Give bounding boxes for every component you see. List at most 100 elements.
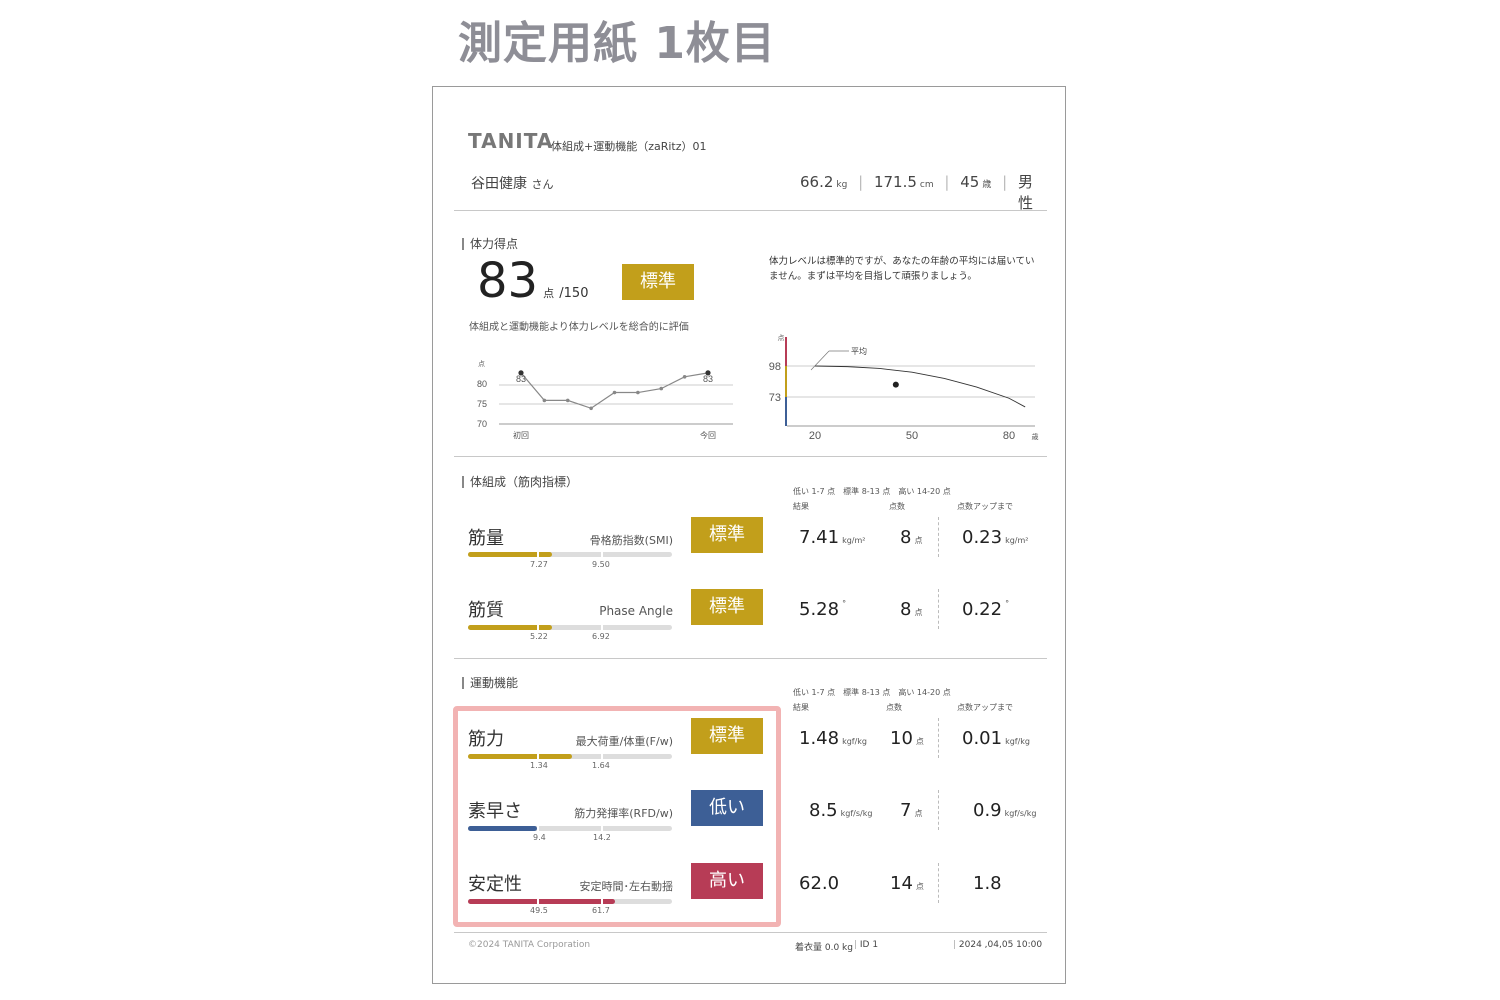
result-unit: kg/m² [842,536,866,545]
metric-sub-speed: 筋力発揮率(RFD/w) [574,807,673,820]
up-strength: 0.01 kgf/kg [962,728,1030,749]
divider [938,790,939,830]
score-history-chart: 点 80 75 70 83 83 初回 今回 [477,360,733,440]
up-speed: 0.9 kgf/s/kg [973,800,1036,821]
datetime-text: 2024 ,04,05 10:00 [958,940,1043,950]
profile-stats: 66.2 kg | 171.5 cm | 45 歳 | 男性 [799,173,1033,212]
height-value: 171.5 [873,173,917,191]
record-id-text: ID 1 [859,940,879,950]
clothes-weight: 着衣量 0.0 kg [795,943,853,953]
up-stability: 1.8 [973,873,1005,894]
badge-stability: 高い [691,863,763,899]
divider [938,589,939,629]
history-y-unit: 点 [478,360,485,368]
gauge-marker [600,624,603,631]
motor-col-result: 結果 [793,703,809,712]
points-strength: 10 点 [890,728,924,749]
weight-unit: kg [836,180,848,190]
result-value: 1.48 [799,728,840,749]
gauge-tick-high: 61.7 [592,906,610,915]
age-x-tick-50: 50 [906,430,918,442]
gauge-tick-high: 1.64 [592,761,610,770]
points-unit: 点 [915,882,924,891]
badge-muscle-mass: 標準 [691,517,763,553]
result-unit: kgf/kg [842,737,868,746]
gauge-marker [600,825,603,832]
gauge-stability [468,898,672,905]
points-unit: 点 [914,809,923,818]
up-value: 0.01 [962,728,1003,749]
divider [454,932,1047,933]
metric-name-strength: 筋力 [468,729,504,750]
age-x-tick-80: 80 [1003,430,1015,442]
history-y-tick-70: 70 [477,419,487,429]
gauge-strength [468,753,672,760]
up-unit: ° [1005,599,1010,608]
up-muscle-mass: 0.23 kg/m² [962,527,1028,548]
score-value: 83 [477,253,539,309]
metric-sub-muscle-mass: 骨格筋指数(SMI) [589,534,673,547]
history-point [565,398,570,403]
height-unit: cm [919,180,934,190]
points-unit: 点 [914,608,923,617]
page-title: 測定用紙 1枚目 [458,18,776,69]
up-value: 0.9 [973,800,1002,821]
points-muscle-mass: 8点 [900,527,922,548]
result-unit: ° [842,599,847,608]
points-stability: 14 点 [890,873,924,894]
score-block: 83 点 /150 [477,253,588,309]
up-value: 0.23 [962,527,1003,548]
gauge-tick-high: 6.92 [592,632,610,641]
gauge-tick-high: 14.2 [593,833,611,842]
history-label-first: 83 [516,374,526,384]
up-muscle-quality: 0.22 ° [962,599,1009,620]
result-value: 7.41 [799,527,840,548]
score-unit: 点 [543,287,555,300]
gauge-marker [600,753,603,760]
gauge-muscle-quality [468,624,672,631]
record-id: | ID 1 [854,940,879,950]
score-description: 体組成と運動機能より体力レベルを総合的に評価 [469,322,689,333]
up-value: 1.8 [973,873,1002,894]
body-col-points: 点数 [889,502,905,511]
up-unit: kgf/kg [1005,737,1031,746]
section-title-score: 体力得点 [462,238,518,250]
result-value: 5.28 [799,599,840,620]
history-y-tick-75: 75 [477,399,487,409]
metric-name-speed: 素早さ [468,801,522,822]
age-y-tick-98: 98 [769,361,781,373]
score-comment: 体力レベルは標準的ですが、あなたの年齢の平均には届いていません。まずは平均を目指… [769,256,1035,282]
gauge-fill [468,754,573,759]
sex-value: 男性 [1017,173,1033,212]
gauge-tick-low: 5.22 [530,632,548,641]
gauge-fill [468,625,552,630]
points-unit: 点 [914,536,923,545]
divider [454,456,1047,457]
points-muscle-quality: 8点 [900,599,922,620]
body-col-result: 結果 [793,502,809,511]
user-point [892,381,899,388]
result-muscle-quality: 5.28 ° [799,599,846,620]
metric-sub-muscle-quality: Phase Angle [599,604,673,618]
points-value: 10 [890,728,913,749]
history-line [520,372,709,409]
gauge-fill [468,899,615,904]
history-x-first: 初回 [513,430,529,440]
score-badge: 標準 [622,264,694,300]
result-value: 8.5 [809,800,838,821]
divider [938,517,939,557]
history-point [612,390,617,395]
history-y-tick-80: 80 [477,379,487,389]
age-y-unit: 点 [778,334,785,342]
average-line [814,365,1026,408]
user-name: 谷田健康 [471,176,527,192]
badge-muscle-quality: 標準 [691,589,763,625]
up-unit: kgf/s/kg [1004,809,1037,818]
average-label: 平均 [851,346,867,356]
age-series [814,365,1026,408]
metric-name-stability: 安定性 [468,874,522,895]
metric-sub-strength: 最大荷重/体重(F/w) [575,735,673,748]
history-point [589,406,593,411]
result-strength: 1.48 kgf/kg [799,728,867,749]
points-speed: 7点 [900,800,922,821]
